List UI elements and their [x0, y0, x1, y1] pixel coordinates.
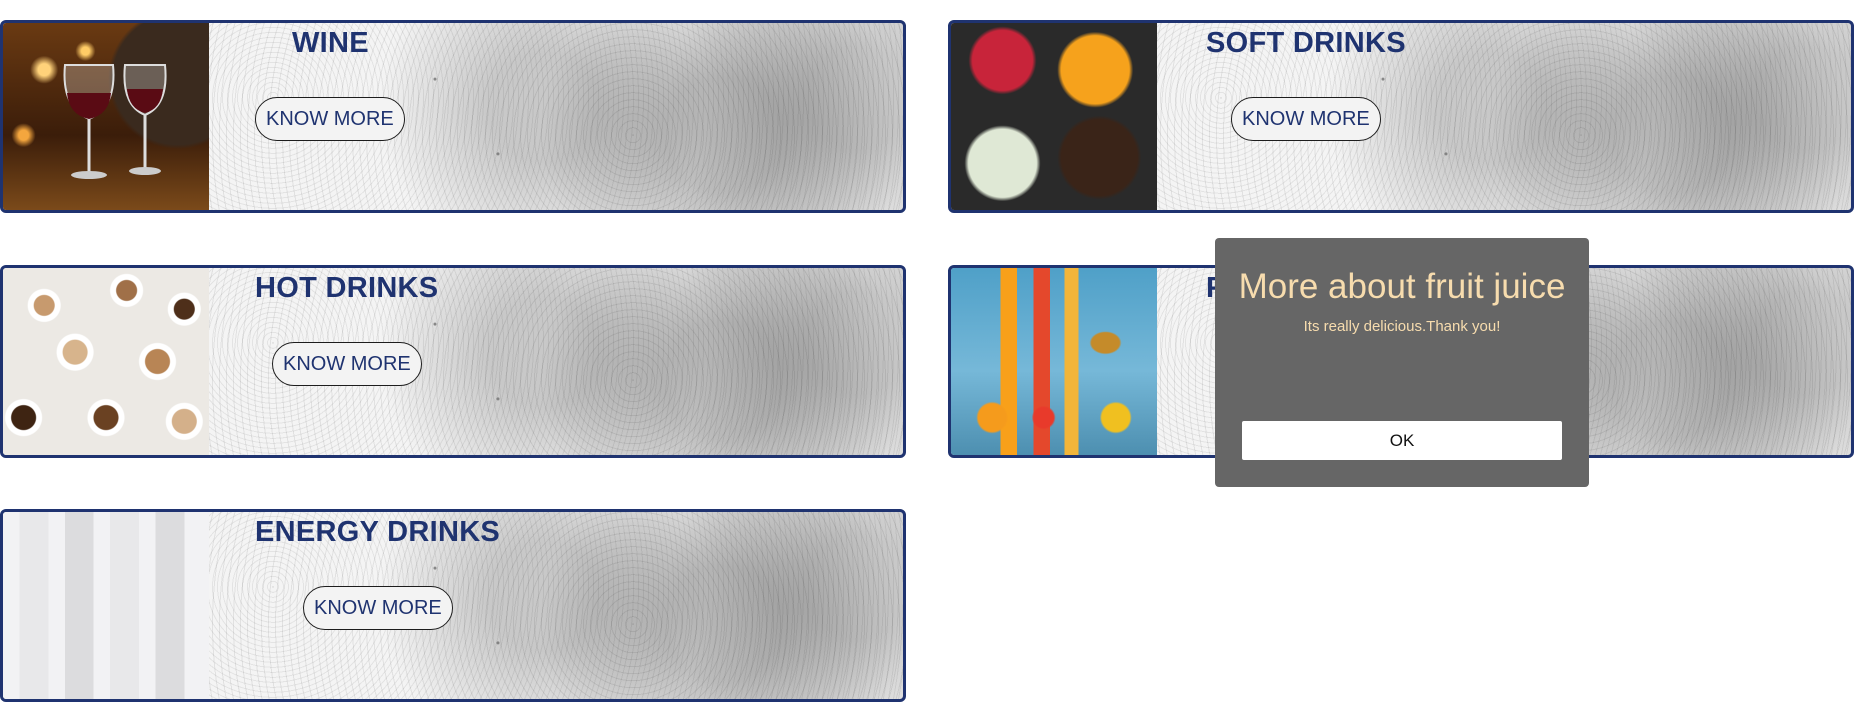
- hot-drinks-image: [3, 268, 209, 455]
- wine-title: WINE: [292, 27, 369, 59]
- soft-drinks-image: [951, 23, 1157, 210]
- fruit-juice-modal: More about fruit juice Its really delici…: [1215, 238, 1589, 487]
- soft-drinks-know-more-button[interactable]: KNOW MORE: [1231, 97, 1381, 141]
- modal-title: More about fruit juice: [1238, 267, 1566, 306]
- wine-know-more-button[interactable]: KNOW MORE: [255, 97, 405, 141]
- hot-drinks-card: HOT DRINKS KNOW MORE: [0, 265, 906, 458]
- energy-drinks-know-more-button[interactable]: KNOW MORE: [303, 586, 453, 630]
- energy-drinks-title: ENERGY DRINKS: [255, 516, 501, 548]
- fruit-juice-image: [951, 268, 1157, 455]
- wine-card: WINE KNOW MORE: [0, 20, 906, 213]
- wine-glasses-icon: [63, 64, 167, 179]
- energy-drinks-image: [3, 512, 209, 699]
- wine-image: [3, 23, 209, 210]
- modal-ok-button[interactable]: OK: [1242, 421, 1562, 460]
- energy-drinks-card: ENERGY DRINKS KNOW MORE: [0, 509, 906, 702]
- soft-drinks-title: SOFT DRINKS: [1206, 27, 1406, 59]
- modal-text: Its really delicious.Thank you!: [1303, 318, 1501, 335]
- page: WINE KNOW MORE SOFT DRINKS KNOW MORE HOT…: [0, 0, 1858, 723]
- hot-drinks-know-more-button[interactable]: KNOW MORE: [272, 342, 422, 386]
- soft-drinks-card: SOFT DRINKS KNOW MORE: [948, 20, 1854, 213]
- hot-drinks-title: HOT DRINKS: [255, 272, 439, 304]
